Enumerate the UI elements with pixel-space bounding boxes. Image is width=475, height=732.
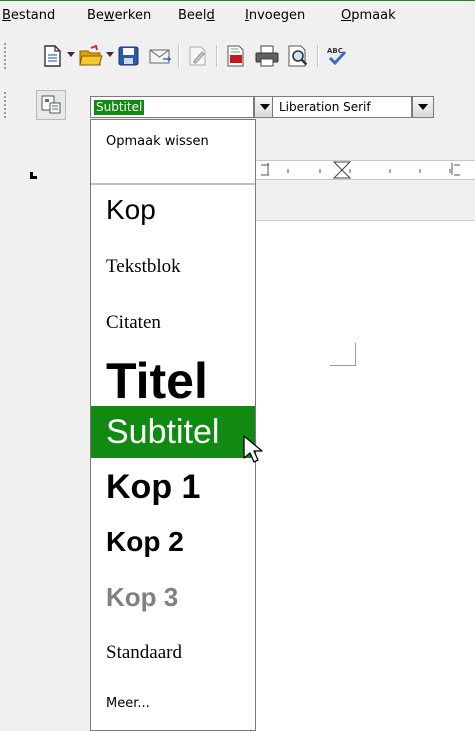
print-preview-icon[interactable] <box>286 45 310 67</box>
chevron-down-icon[interactable] <box>67 52 75 57</box>
text-boundary-corner <box>330 343 356 366</box>
menu-text: estand <box>10 8 56 23</box>
style-item-subtitel[interactable]: Subtitel <box>91 406 255 458</box>
styles-icon <box>41 95 61 114</box>
menu-bewerken[interactable]: Bewerken <box>87 8 151 23</box>
new-document-icon[interactable] <box>40 45 64 67</box>
style-item-kop-2[interactable]: Kop 2 <box>91 526 255 558</box>
edit-document-icon[interactable] <box>186 45 210 67</box>
style-item-kop[interactable]: Kop <box>91 194 255 226</box>
mouse-pointer-icon <box>243 435 263 463</box>
menu-accelerator: d <box>206 8 215 23</box>
styles-and-formatting-button[interactable] <box>36 90 66 120</box>
style-item-kop-1[interactable]: Kop 1 <box>91 468 255 507</box>
style-item-citaten[interactable]: Citaten <box>91 312 255 334</box>
export-pdf-icon[interactable] <box>224 45 248 67</box>
menu-text: Be <box>87 8 104 23</box>
save-icon[interactable] <box>117 45 141 67</box>
list-divider <box>91 183 255 185</box>
print-icon[interactable] <box>255 45 279 67</box>
font-dropdown-button[interactable] <box>412 96 434 118</box>
style-item-tekstblok[interactable]: Tekstblok <box>91 256 255 278</box>
chevron-down-icon[interactable] <box>106 52 114 57</box>
style-value: Subtitel <box>94 100 145 115</box>
standard-toolbar: ABC <box>0 30 475 82</box>
email-icon[interactable] <box>148 45 172 67</box>
toolbar-separator <box>317 45 319 67</box>
style-item-titel[interactable]: Titel <box>91 352 255 410</box>
horizontal-ruler[interactable] <box>250 160 475 180</box>
font-name-input[interactable]: Liberation Serif <box>272 96 412 118</box>
style-item-kop-3[interactable]: Kop 3 <box>91 582 255 613</box>
font-value: Liberation Serif <box>279 100 371 114</box>
paragraph-style-list: Opmaak wissen Kop Tekstblok Citaten Tite… <box>90 119 256 731</box>
style-item-more[interactable]: Meer... <box>91 696 255 711</box>
menu-text: pmaak <box>351 8 396 23</box>
menu-accelerator: O <box>341 8 352 23</box>
menu-text: nvoegen <box>248 8 306 23</box>
menu-bestand[interactable]: Bestand <box>2 8 55 23</box>
menu-accelerator: w <box>103 8 115 23</box>
menu-text: erken <box>114 8 152 23</box>
chevron-down-icon <box>260 104 270 110</box>
toolbar-grip[interactable] <box>4 43 10 69</box>
style-item-clear-formatting[interactable]: Opmaak wissen <box>91 134 255 149</box>
paragraph-style-input[interactable]: Subtitel <box>90 96 254 118</box>
tab-stop-icon[interactable] <box>30 172 37 179</box>
menu-opmaak[interactable]: Opmaak <box>341 8 396 23</box>
ruler-marks <box>253 161 460 179</box>
menu-invoegen[interactable]: Invoegen <box>245 8 305 23</box>
spellcheck-label: ABC <box>327 47 343 55</box>
toolbar-separator <box>216 45 218 67</box>
open-folder-icon[interactable] <box>79 45 103 67</box>
chevron-down-icon <box>418 104 428 110</box>
document-page[interactable] <box>250 220 475 732</box>
menu-text: Beel <box>178 8 207 23</box>
toolbar-grip[interactable] <box>4 92 10 118</box>
toolbar-separator <box>178 45 180 67</box>
spellcheck-icon[interactable]: ABC <box>326 45 350 67</box>
menu-accelerator: B <box>2 8 11 23</box>
menu-beeld[interactable]: Beeld <box>178 8 215 23</box>
style-item-standaard[interactable]: Standaard <box>91 642 255 664</box>
menu-bar: Bestand Bewerken Beeld Invoegen Opmaak <box>0 0 475 30</box>
